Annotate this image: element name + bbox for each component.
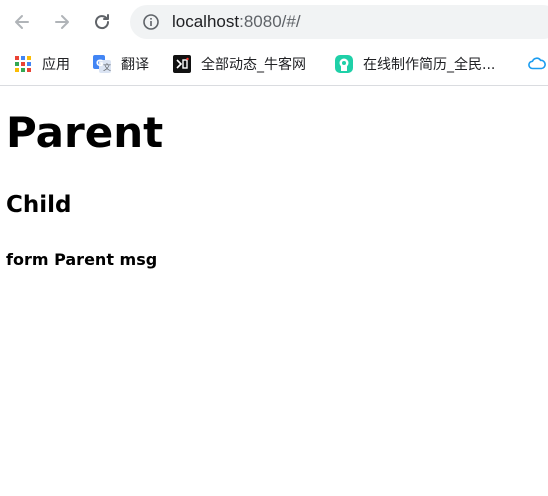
bookmark-label: 在线制作简历_全民...	[363, 57, 496, 73]
reload-icon	[95, 14, 110, 30]
bookmark-apps[interactable]: 应用	[14, 53, 70, 75]
reload-button[interactable]	[88, 8, 116, 36]
url-path: :8080/#/	[239, 12, 301, 31]
bookmark-label: 全部动态_牛客网	[201, 57, 306, 73]
cloud-icon	[528, 57, 546, 70]
svg-text:文: 文	[103, 62, 111, 72]
page-content: Parent Child form Parent msg	[0, 86, 548, 496]
bookmark-label: 应用	[42, 57, 70, 73]
parent-heading: Parent	[6, 108, 164, 157]
bookmarks-bar: 应用 G 文 翻译 全部动态_牛客网 在线制作简历_全民...	[0, 44, 548, 86]
apps-grid-icon	[15, 56, 31, 72]
bookmark-nowcoder[interactable]: 全部动态_牛客网	[173, 53, 306, 75]
arrow-right-icon	[55, 15, 69, 29]
bookmark-label: 翻译	[121, 57, 149, 73]
arrow-left-icon	[15, 15, 29, 29]
bookmark-translate[interactable]: G 文 翻译	[93, 53, 149, 75]
address-bar[interactable]: localhost:8080/#/	[130, 5, 548, 39]
resume-icon	[335, 55, 353, 73]
info-circle-icon[interactable]	[142, 13, 160, 31]
browser-toolbar: localhost:8080/#/	[0, 0, 548, 44]
back-button[interactable]	[8, 8, 36, 36]
nowcoder-icon	[173, 55, 191, 73]
google-translate-icon: G 文	[93, 55, 111, 73]
forward-button[interactable]	[48, 8, 76, 36]
bookmark-cloud[interactable]	[528, 53, 548, 75]
child-heading: Child	[6, 192, 72, 218]
url-host: localhost	[172, 12, 240, 31]
bookmark-resume[interactable]: 在线制作简历_全民...	[335, 53, 495, 75]
url-text[interactable]: localhost:8080/#/	[172, 12, 301, 32]
parent-message: form Parent msg	[6, 250, 158, 269]
